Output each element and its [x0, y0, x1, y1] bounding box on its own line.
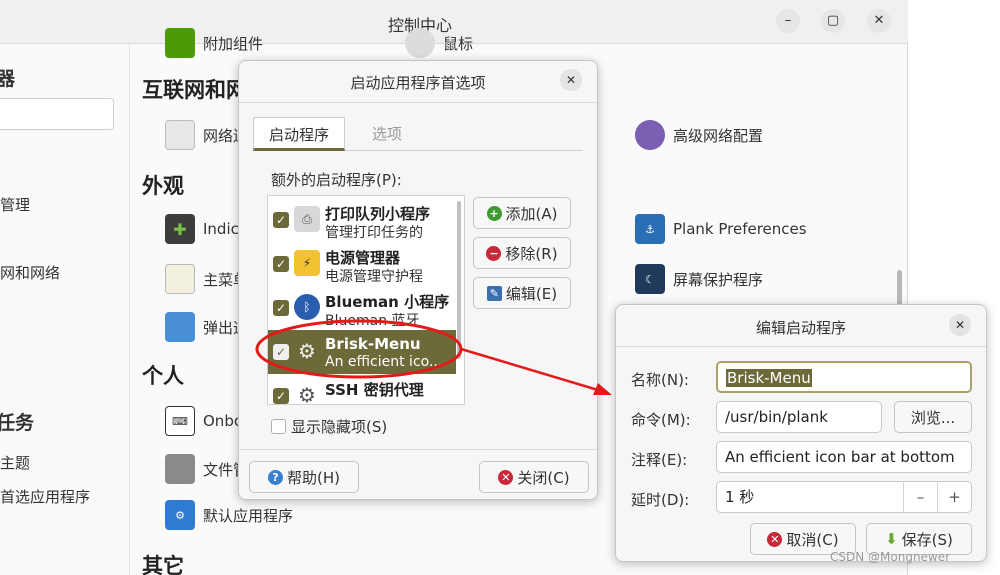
annotation-arrow-line: [460, 347, 599, 392]
edit-startup-dialog: 编辑启动程序 ✕ 名称(N): Brisk-Menu 命令(M): /usr/b…: [615, 304, 987, 562]
close-icon[interactable]: ✕: [949, 314, 971, 336]
cancel-icon: ✕: [767, 531, 783, 547]
cancel-button-label: 取消(C): [786, 530, 839, 549]
save-button-label: 保存(S): [901, 530, 953, 549]
comment-label: 注释(E):: [631, 451, 688, 469]
annotation-arrowhead: [593, 383, 612, 395]
decrement-button[interactable]: –: [903, 482, 937, 512]
command-label: 命令(M):: [631, 411, 691, 429]
watermark: CSDN @Mongnewer: [830, 550, 951, 564]
dialog-titlebar: 编辑启动程序 ✕: [616, 305, 986, 347]
increment-button[interactable]: +: [937, 482, 971, 512]
browse-button[interactable]: 浏览...: [894, 401, 972, 433]
name-label: 名称(N):: [631, 371, 689, 389]
delay-label: 延时(D):: [631, 491, 690, 509]
name-field[interactable]: Brisk-Menu: [716, 361, 972, 393]
save-arrow-icon: ⬇: [885, 530, 898, 548]
delay-stepper[interactable]: 1 秒 – +: [716, 481, 972, 513]
comment-field[interactable]: An efficient icon bar at bottom: [716, 441, 972, 473]
delay-value: 1 秒: [725, 488, 755, 506]
highlight-ellipse: [255, 319, 463, 379]
dialog-title: 编辑启动程序: [755, 319, 846, 337]
command-field[interactable]: /usr/bin/plank: [716, 401, 882, 433]
name-value: Brisk-Menu: [726, 369, 812, 387]
